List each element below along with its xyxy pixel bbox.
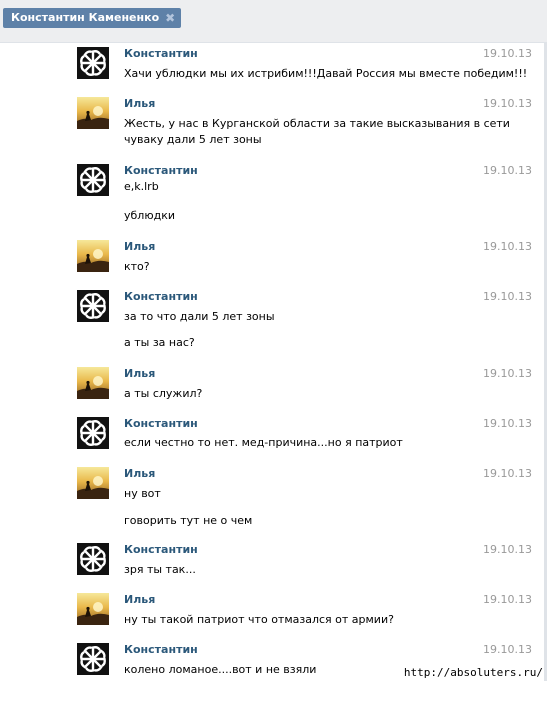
message-author[interactable]: Илья (124, 367, 155, 381)
watermark: http://absoluters.ru/ (403, 666, 543, 679)
message-date[interactable]: 19.10.13 (483, 97, 532, 111)
avatar-sunset-photo-icon[interactable] (77, 97, 109, 129)
avatar-solar-symbol-icon[interactable] (77, 47, 109, 79)
message-text: зря ты так... (124, 563, 196, 576)
message-text: чуваку дали 5 лет зоны (124, 133, 262, 146)
message: Илья 19.10.13 Жесть, у нас в Курганской об… (0, 97, 547, 157)
message-date[interactable]: 19.10.13 (483, 593, 532, 607)
avatar-sunset-photo-icon[interactable] (77, 240, 109, 272)
avatar-solar-symbol-icon[interactable] (77, 543, 109, 575)
message-author[interactable]: Илья (124, 240, 155, 254)
avatar-sunset-photo-icon[interactable] (77, 467, 109, 499)
peer-name: Константин Камененко (11, 11, 160, 24)
message-text: а ты служил? (124, 387, 203, 400)
avatar-solar-symbol-icon[interactable] (77, 643, 109, 675)
message-date[interactable]: 19.10.13 (483, 290, 532, 304)
message-date[interactable]: 19.10.13 (483, 47, 532, 61)
message-text: если честно то нет. мед-причина...но я п… (124, 436, 403, 449)
message-date[interactable]: 19.10.13 (483, 643, 532, 657)
message-text: кто? (124, 260, 150, 273)
avatar-sunset-photo-icon[interactable] (77, 367, 109, 399)
dialog-header: Константин Камененко ✖ (0, 0, 547, 43)
message-date[interactable]: 19.10.13 (483, 367, 532, 381)
message-text: а ты за нас? (124, 336, 195, 349)
message-date[interactable]: 19.10.13 (483, 164, 532, 178)
message-author[interactable]: Константин (124, 643, 198, 657)
avatar-solar-symbol-icon[interactable] (77, 164, 109, 196)
message-text: за то что дали 5 лет зоны (124, 310, 275, 323)
message-author[interactable]: Константин (124, 290, 198, 304)
message-text: ублюдки (124, 209, 175, 222)
message-date[interactable]: 19.10.13 (483, 543, 532, 557)
message-author[interactable]: Константин (124, 164, 198, 178)
message-text: e,k.lrb (124, 180, 159, 193)
avatar-sunset-photo-icon[interactable] (77, 593, 109, 625)
message-text: Хачи ублюдки мы их истрибим!!!Давай Росс… (124, 67, 528, 80)
message-author[interactable]: Илья (124, 97, 155, 111)
message-author[interactable]: Илья (124, 593, 155, 607)
message-author[interactable]: Константин (124, 417, 198, 431)
message-text: ну ты такой патриот что отмазался от арм… (124, 613, 394, 626)
message: Илья 19.10.13 ну вот говорить тут не о чем (0, 467, 547, 527)
message-text: говорить тут не о чем (124, 514, 253, 527)
peer-tab[interactable]: Константин Камененко ✖ (3, 8, 182, 28)
message-author[interactable]: Константин (124, 543, 198, 557)
avatar-solar-symbol-icon[interactable] (77, 417, 109, 449)
message-author[interactable]: Илья (124, 467, 155, 481)
message-date[interactable]: 19.10.13 (483, 240, 532, 254)
message-text: Жесть, у нас в Курганской области за так… (124, 117, 510, 130)
close-icon[interactable]: ✖ (165, 8, 175, 28)
message-author[interactable]: Константин (124, 47, 198, 61)
message-text: колено ломаное....вот и не взяли (124, 663, 317, 676)
avatar-solar-symbol-icon[interactable] (77, 290, 109, 322)
message-date[interactable]: 19.10.13 (483, 467, 532, 481)
message-text: ну вот (124, 487, 161, 500)
message-date[interactable]: 19.10.13 (483, 417, 532, 431)
message: Константин 19.10.13 e,k.lrb ублюдки (0, 164, 547, 224)
message: Константин 19.10.13 за то что дали 5 лет з… (0, 290, 547, 350)
